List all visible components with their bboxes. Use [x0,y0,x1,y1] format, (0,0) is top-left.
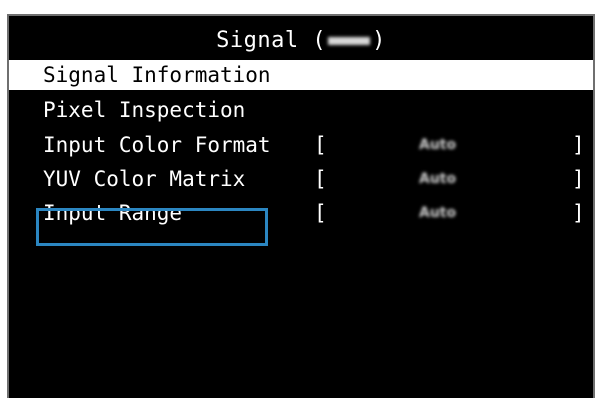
menu-item-label: YUV Color Matrix [43,167,246,191]
menu-title: Signal () [9,28,593,54]
menu-item-label: Input Color Format [43,133,271,157]
setting-value: Auto [419,205,457,221]
value-bracket-close: ] [572,133,585,157]
obscured-text [328,37,371,45]
menu-item-pixel-inspection[interactable]: Pixel Inspection [9,95,593,125]
value-bracket-open: [ [314,167,327,191]
value-bracket-open: [ [314,201,327,225]
value-bracket-close: ] [572,167,585,191]
focus-highlight [36,208,268,246]
osd-menu: Signal () Signal Information Pixel Inspe… [7,14,595,398]
setting-value: Auto [419,171,457,187]
value-bracket-open: [ [314,133,327,157]
menu-item-yuv-color-matrix[interactable]: YUV Color Matrix [ Auto ] [9,164,593,194]
menu-item-label: Signal Information [43,63,271,87]
menu-item-label: Pixel Inspection [43,98,246,122]
value-bracket-close: ] [572,201,585,225]
menu-item-input-color-format[interactable]: Input Color Format [ Auto ] [9,130,593,160]
menu-title-suffix: () [312,28,386,53]
menu-item-signal-information[interactable]: Signal Information [9,60,593,90]
menu-title-text: Signal [216,28,299,53]
setting-value: Auto [419,137,457,153]
